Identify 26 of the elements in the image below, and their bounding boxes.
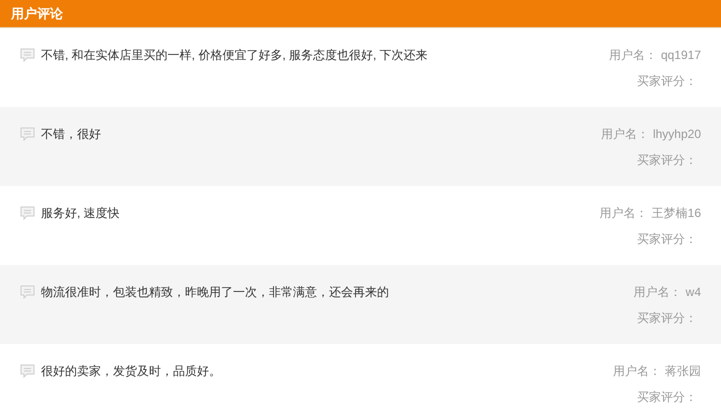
username-label: 用户名： xyxy=(608,47,657,63)
review-text: 服务好, 速度快 xyxy=(41,205,120,221)
username-label: 用户名： xyxy=(634,284,682,300)
username-label: 用户名： xyxy=(600,126,649,142)
username: 王梦楠16 xyxy=(652,205,701,221)
username: w4 xyxy=(686,284,701,300)
review-text: 物流很准时，包装也精致，昨晚用了一次，非常满意，还会再来的 xyxy=(41,284,389,300)
comment-icon xyxy=(20,364,35,378)
comment-icon xyxy=(20,48,35,62)
username-label: 用户名： xyxy=(600,205,648,221)
rating-label: 买家评分： xyxy=(637,389,697,405)
review-text: 很好的卖家，发货及时，品质好。 xyxy=(41,363,221,379)
username: lhyyhp20 xyxy=(652,126,701,142)
rating-label: 买家评分： xyxy=(637,310,697,326)
rating-label: 买家评分： xyxy=(637,152,697,168)
section-title: 用户评论 xyxy=(11,4,63,23)
username: 蒋张园 xyxy=(665,363,701,379)
comment-icon xyxy=(20,285,35,299)
rating-label: 买家评分： xyxy=(637,73,697,89)
username: qq1917 xyxy=(660,47,701,63)
comment-icon xyxy=(20,206,35,220)
rating-label: 买家评分： xyxy=(637,231,697,247)
comment-icon xyxy=(20,127,35,141)
review-text: 不错, 和在实体店里买的一样, 价格便宜了好多, 服务态度也很好, 下次还来 xyxy=(41,47,428,63)
username-label: 用户名： xyxy=(613,363,661,379)
review-text: 不错，很好 xyxy=(41,126,101,142)
